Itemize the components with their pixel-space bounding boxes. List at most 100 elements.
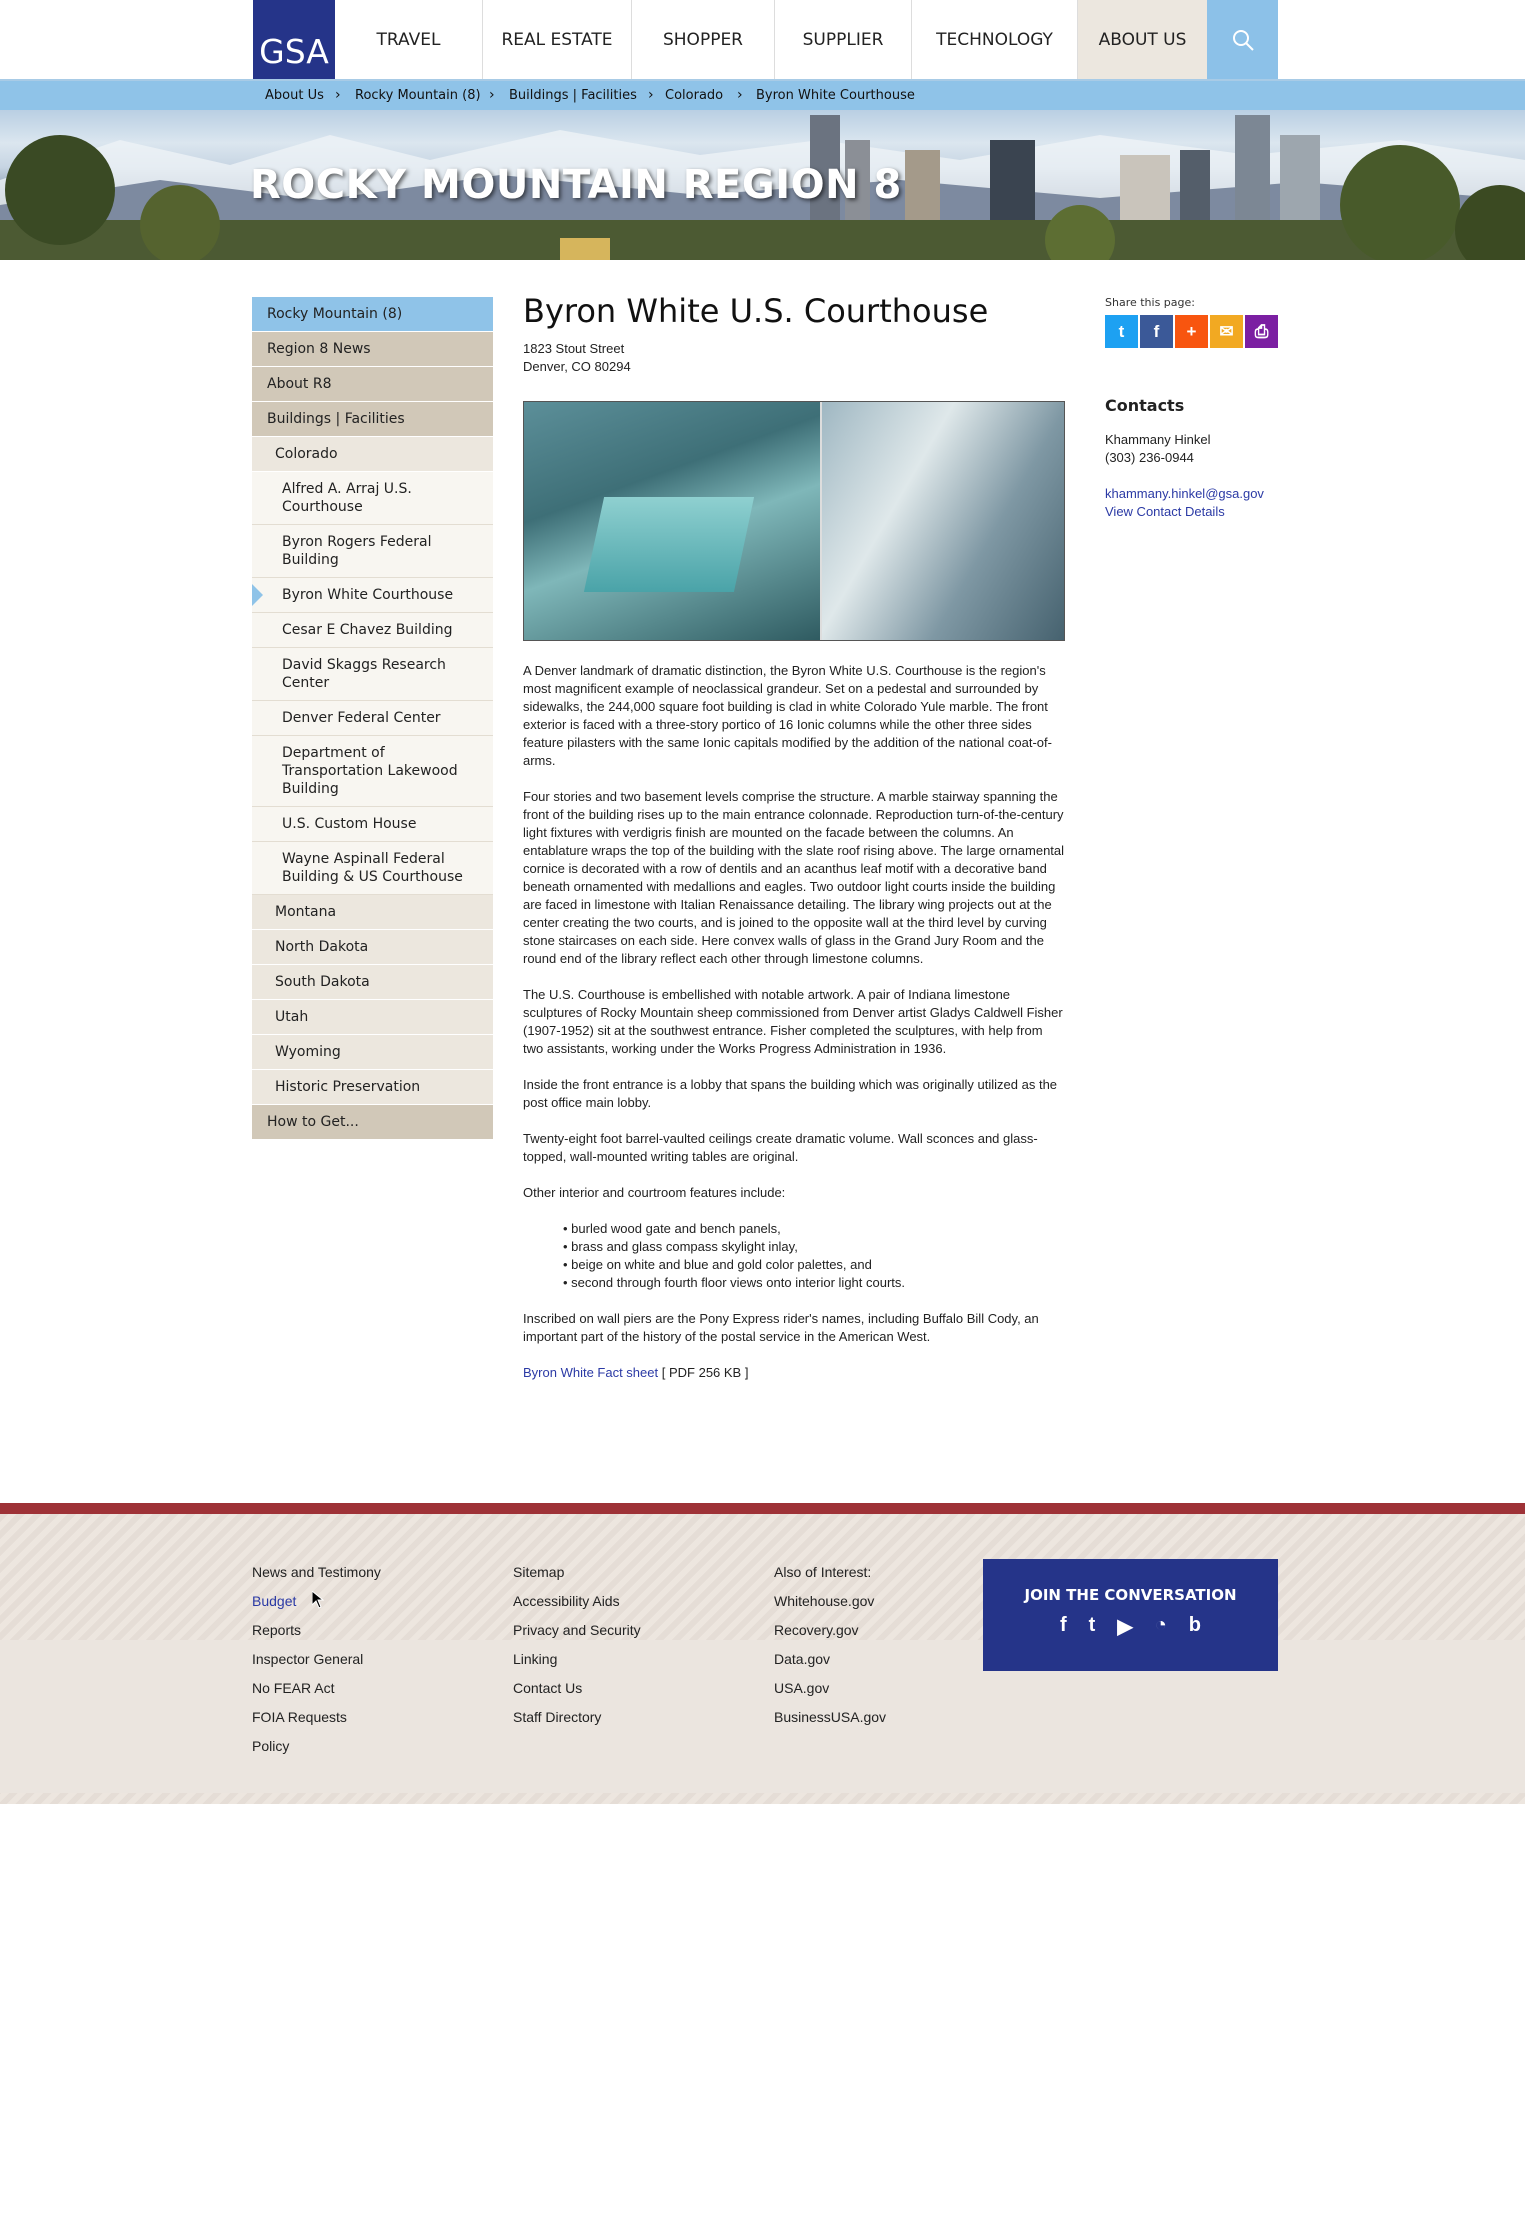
page-title: Byron White U.S. Courthouse bbox=[523, 292, 989, 330]
breadcrumb-about-us[interactable]: About Us bbox=[265, 81, 324, 110]
contact-name: Khammany Hinkel bbox=[1105, 432, 1211, 447]
footer-link-reports[interactable]: Reports bbox=[252, 1616, 381, 1645]
sidebar-item-wyoming[interactable]: Wyoming bbox=[252, 1035, 493, 1070]
article-body: A Denver landmark of dramatic distinctio… bbox=[523, 662, 1065, 1382]
fact-sheet-meta: [ PDF 256 KB ] bbox=[661, 1365, 749, 1380]
footer-link-privacy[interactable]: Privacy and Security bbox=[513, 1616, 641, 1645]
sidebar-item-utah[interactable]: Utah bbox=[252, 1000, 493, 1035]
addthis-icon[interactable]: + bbox=[1175, 315, 1208, 348]
footer-link-no-fear[interactable]: No FEAR Act bbox=[252, 1674, 381, 1703]
address: 1823 Stout Street Denver, CO 80294 bbox=[523, 340, 1065, 376]
footer-link-whitehouse[interactable]: Whitehouse.gov bbox=[774, 1587, 886, 1616]
footer-link-news[interactable]: News and Testimony bbox=[252, 1558, 381, 1587]
light-court-image bbox=[524, 402, 822, 640]
list-item: second through fourth floor views onto i… bbox=[563, 1274, 1065, 1292]
sidebar-item-region-8-news[interactable]: Region 8 News bbox=[252, 332, 493, 367]
breadcrumb-buildings[interactable]: Buildings | Facilities bbox=[509, 81, 637, 110]
sidebar-item-david-skaggs[interactable]: David Skaggs Research Center bbox=[252, 648, 493, 701]
footer-also-of-interest: Also of Interest: bbox=[774, 1564, 872, 1580]
paragraph: Inside the front entrance is a lobby tha… bbox=[523, 1077, 1058, 1110]
join-conversation-box: JOIN THE CONVERSATION f t ▶ ◔ b bbox=[983, 1559, 1278, 1671]
twitter-icon[interactable]: t bbox=[1105, 315, 1138, 348]
sidebar-item-colorado[interactable]: Colorado bbox=[252, 437, 493, 472]
view-contact-details-link[interactable]: View Contact Details bbox=[1105, 503, 1285, 521]
sidebar-item-rocky-mountain[interactable]: Rocky Mountain (8) bbox=[252, 297, 493, 332]
breadcrumb-chevron-icon: › bbox=[335, 87, 341, 103]
footer-link-data[interactable]: Data.gov bbox=[774, 1645, 886, 1674]
list-item: brass and glass compass skylight inlay, bbox=[563, 1238, 1065, 1256]
sidebar-item-denver-federal-center[interactable]: Denver Federal Center bbox=[252, 701, 493, 736]
hero-banner: ROCKY MOUNTAIN REGION 8 bbox=[0, 110, 1525, 260]
footer-link-policy[interactable]: Policy bbox=[252, 1732, 381, 1761]
courthouse-photo bbox=[523, 401, 1065, 641]
join-conversation-title: JOIN THE CONVERSATION bbox=[1024, 1586, 1237, 1604]
contact-email-link[interactable]: khammany.hinkel@gsa.gov bbox=[1105, 485, 1285, 503]
twitter-icon[interactable]: t bbox=[1089, 1614, 1096, 1639]
sidebar-item-cesar-chavez[interactable]: Cesar E Chavez Building bbox=[252, 613, 493, 648]
sidebar-item-south-dakota[interactable]: South Dakota bbox=[252, 965, 493, 1000]
breadcrumb-chevron-icon: › bbox=[737, 87, 743, 103]
facebook-icon[interactable]: f bbox=[1140, 315, 1173, 348]
breadcrumb-rocky-mountain[interactable]: Rocky Mountain (8) bbox=[355, 81, 481, 110]
share-label: Share this page: bbox=[1105, 296, 1195, 309]
blog-icon[interactable]: b bbox=[1189, 1614, 1201, 1639]
footer-link-contact[interactable]: Contact Us bbox=[513, 1674, 641, 1703]
sidebar-item-byron-white[interactable]: Byron White Courthouse bbox=[252, 578, 493, 613]
footer-link-staff-directory[interactable]: Staff Directory bbox=[513, 1703, 641, 1732]
current-page-arrow-icon bbox=[252, 584, 263, 606]
paragraph: Inscribed on wall piers are the Pony Exp… bbox=[523, 1311, 1039, 1344]
sidebar-item-about-r8[interactable]: About R8 bbox=[252, 367, 493, 402]
sidebar-item-label: Byron White Courthouse bbox=[282, 587, 454, 603]
search-button[interactable] bbox=[1207, 0, 1278, 79]
list-item: burled wood gate and bench panels, bbox=[563, 1220, 1065, 1238]
nav-real-estate[interactable]: REAL ESTATE bbox=[483, 0, 632, 79]
paragraph: Other interior and courtroom features in… bbox=[523, 1185, 786, 1200]
youtube-icon[interactable]: ▶ bbox=[1117, 1614, 1132, 1639]
breadcrumb-colorado[interactable]: Colorado bbox=[665, 81, 723, 110]
footer-link-inspector-general[interactable]: Inspector General bbox=[252, 1645, 381, 1674]
fact-sheet-line: Byron White Fact sheet [ PDF 256 KB ] bbox=[523, 1364, 1065, 1382]
sidebar-item-dot-lakewood[interactable]: Department of Transportation Lakewood Bu… bbox=[252, 736, 493, 807]
footer-link-linking[interactable]: Linking bbox=[513, 1645, 641, 1674]
top-navigation: GSA TRAVEL REAL ESTATE SHOPPER SUPPLIER … bbox=[0, 0, 1525, 81]
sidebar-item-byron-rogers[interactable]: Byron Rogers Federal Building bbox=[252, 525, 493, 578]
fact-sheet-link[interactable]: Byron White Fact sheet bbox=[523, 1365, 658, 1380]
footer-link-sitemap[interactable]: Sitemap bbox=[513, 1558, 641, 1587]
nav-travel[interactable]: TRAVEL bbox=[335, 0, 483, 79]
footer-link-foia[interactable]: FOIA Requests bbox=[252, 1703, 381, 1732]
sidebar-item-buildings-facilities[interactable]: Buildings | Facilities bbox=[252, 402, 493, 437]
print-icon[interactable]: ⎙ bbox=[1245, 315, 1278, 348]
nav-supplier[interactable]: SUPPLIER bbox=[775, 0, 912, 79]
nav-shopper[interactable]: SHOPPER bbox=[632, 0, 775, 79]
footer-link-accessibility[interactable]: Accessibility Aids bbox=[513, 1587, 641, 1616]
email-icon[interactable]: ✉ bbox=[1210, 315, 1243, 348]
footer-link-usa[interactable]: USA.gov bbox=[774, 1674, 886, 1703]
breadcrumb: About Us › Rocky Mountain (8) › Building… bbox=[0, 81, 1525, 110]
nav-about-us[interactable]: ABOUT US bbox=[1078, 0, 1207, 79]
sidebar-item-how-to-get[interactable]: How to Get... bbox=[252, 1105, 493, 1140]
footer-link-recovery[interactable]: Recovery.gov bbox=[774, 1616, 886, 1645]
paragraph: Four stories and two basement levels com… bbox=[523, 789, 1065, 966]
paragraph: A Denver landmark of dramatic distinctio… bbox=[523, 663, 1052, 768]
sidebar-item-montana[interactable]: Montana bbox=[252, 895, 493, 930]
sidebar-item-custom-house[interactable]: U.S. Custom House bbox=[252, 807, 493, 842]
footer-col-1: News and Testimony Budget Reports Inspec… bbox=[252, 1558, 381, 1761]
address-city: Denver, CO 80294 bbox=[523, 359, 631, 374]
feature-list: burled wood gate and bench panels, brass… bbox=[523, 1220, 1065, 1292]
paragraph: The U.S. Courthouse is embellished with … bbox=[523, 987, 1063, 1056]
sidebar-item-historic-preservation[interactable]: Historic Preservation bbox=[252, 1070, 493, 1105]
social-icons: f t ▶ ◔ b bbox=[983, 1614, 1278, 1639]
gsa-logo[interactable]: GSA bbox=[253, 0, 335, 79]
sidebar-item-wayne-aspinall[interactable]: Wayne Aspinall Federal Building & US Cou… bbox=[252, 842, 493, 895]
breadcrumb-chevron-icon: › bbox=[648, 87, 654, 103]
share-buttons: t f + ✉ ⎙ bbox=[1105, 315, 1285, 348]
facebook-icon[interactable]: f bbox=[1060, 1614, 1067, 1639]
rss-icon[interactable]: ◔ bbox=[1155, 1614, 1167, 1639]
sidebar-item-north-dakota[interactable]: North Dakota bbox=[252, 930, 493, 965]
breadcrumb-current: Byron White Courthouse bbox=[756, 88, 915, 103]
page-region-title: ROCKY MOUNTAIN REGION 8 bbox=[250, 162, 902, 208]
nav-technology[interactable]: TECHNOLOGY bbox=[912, 0, 1078, 79]
contact-phone: (303) 236-0944 bbox=[1105, 450, 1194, 465]
footer-link-businessusa[interactable]: BusinessUSA.gov bbox=[774, 1703, 886, 1732]
sidebar-item-arraj-courthouse[interactable]: Alfred A. Arraj U.S. Courthouse bbox=[252, 472, 493, 525]
